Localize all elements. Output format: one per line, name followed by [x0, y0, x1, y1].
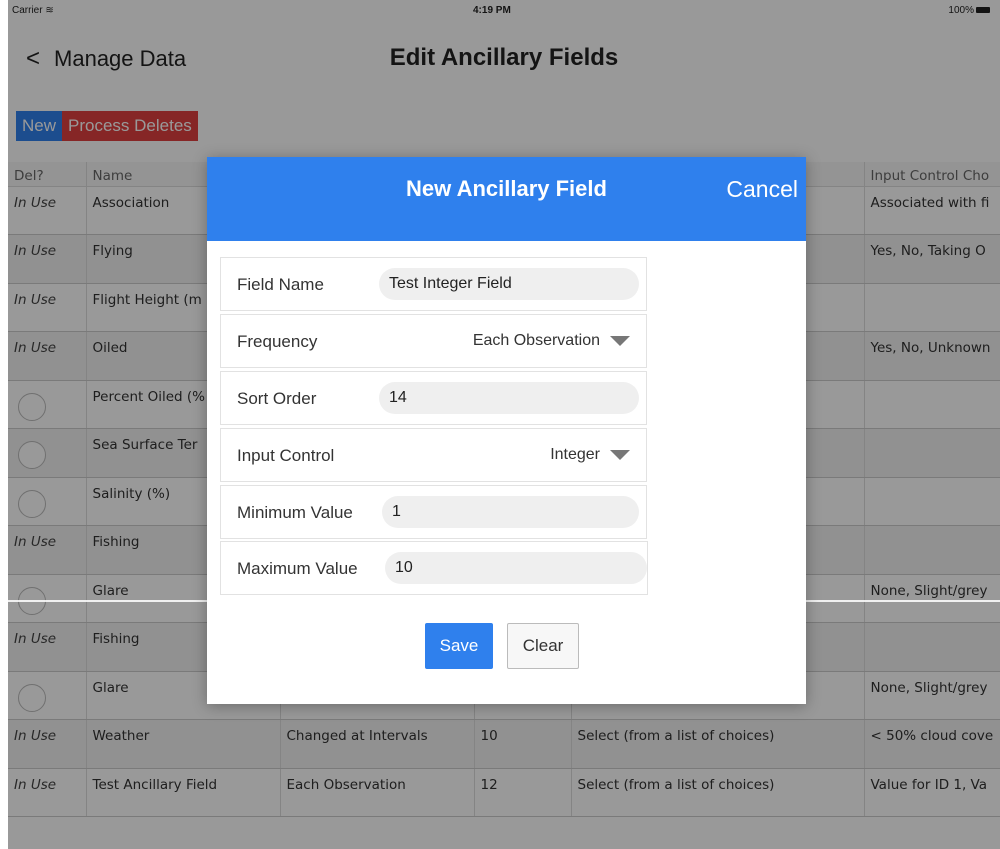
save-button[interactable]: Save	[425, 623, 493, 669]
frequency-label: Frequency	[237, 332, 318, 351]
field-name-row: Field Name	[220, 257, 647, 311]
maximum-value-label: Maximum Value	[237, 559, 358, 578]
clear-button[interactable]: Clear	[507, 623, 579, 669]
maximum-value-row: Maximum Value	[220, 541, 648, 595]
frequency-select[interactable]: Each Observation	[473, 332, 630, 350]
input-control-row[interactable]: Input Control Integer	[220, 428, 647, 482]
modal-header: New Ancillary Field Cancel	[207, 157, 806, 241]
frequency-value: Each Observation	[472, 332, 600, 349]
minimum-value-input[interactable]	[382, 496, 639, 528]
input-control-select[interactable]: Integer	[550, 446, 630, 464]
sort-order-label: Sort Order	[237, 389, 317, 408]
field-name-label: Field Name	[237, 275, 324, 294]
caret-down-icon	[610, 449, 630, 460]
left-margin	[0, 0, 8, 849]
sort-order-input[interactable]	[379, 382, 639, 414]
frequency-row[interactable]: Frequency Each Observation	[220, 314, 647, 368]
caret-down-icon	[610, 335, 630, 346]
input-control-label: Input Control	[237, 446, 335, 465]
minimum-value-label: Minimum Value	[237, 503, 353, 522]
sort-order-row: Sort Order	[220, 371, 647, 425]
cancel-button[interactable]: Cancel	[726, 176, 798, 203]
minimum-value-row: Minimum Value	[220, 485, 647, 539]
maximum-value-input[interactable]	[385, 552, 647, 584]
input-control-value: Integer	[550, 446, 600, 463]
field-name-input[interactable]	[379, 268, 639, 300]
new-field-modal: New Ancillary Field Cancel Field Name Fr…	[207, 157, 806, 704]
modal-title: New Ancillary Field	[406, 176, 607, 201]
